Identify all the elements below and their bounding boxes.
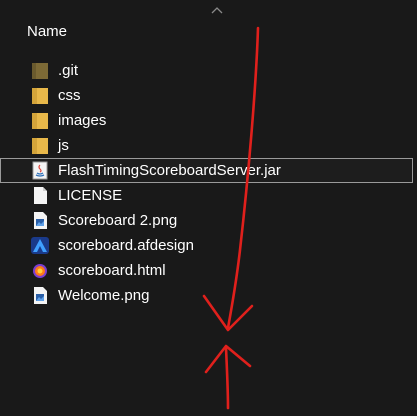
list-item[interactable]: css bbox=[0, 83, 413, 108]
file-name: .git bbox=[58, 62, 79, 79]
firefox-html-icon bbox=[33, 264, 47, 278]
file-name: scoreboard.afdesign bbox=[58, 237, 194, 254]
java-jar-icon bbox=[32, 161, 48, 180]
list-item[interactable]: Welcome.png bbox=[0, 283, 413, 308]
image-file-icon bbox=[34, 287, 47, 304]
folder-icon bbox=[32, 138, 48, 154]
column-header: Name bbox=[0, 0, 417, 52]
file-name: images bbox=[58, 112, 107, 129]
affinity-designer-icon bbox=[31, 237, 49, 254]
file-name: scoreboard.html bbox=[58, 262, 166, 279]
sort-ascending-icon[interactable] bbox=[211, 6, 223, 14]
list-item[interactable]: scoreboard.html bbox=[0, 258, 413, 283]
list-item[interactable]: images bbox=[0, 108, 413, 133]
list-item-selected[interactable]: FlashTimingScoreboardServer.jar bbox=[0, 158, 413, 183]
blank-file-icon bbox=[34, 187, 47, 204]
folder-dark-icon bbox=[32, 63, 48, 79]
file-list: .git css images js FlashTimingScoreboard… bbox=[0, 58, 417, 308]
list-item[interactable]: Scoreboard 2.png bbox=[0, 208, 413, 233]
list-item[interactable]: .git bbox=[0, 58, 413, 83]
file-name: js bbox=[58, 137, 69, 154]
file-name: css bbox=[58, 87, 81, 104]
name-column-header[interactable]: Name bbox=[27, 23, 67, 40]
folder-icon bbox=[32, 113, 48, 129]
list-item[interactable]: scoreboard.afdesign bbox=[0, 233, 413, 258]
folder-icon bbox=[32, 88, 48, 104]
list-item[interactable]: js bbox=[0, 133, 413, 158]
file-name: LICENSE bbox=[58, 187, 123, 204]
file-name: Welcome.png bbox=[58, 287, 150, 304]
file-name: Scoreboard 2.png bbox=[58, 212, 178, 229]
file-name: FlashTimingScoreboardServer.jar bbox=[58, 162, 281, 179]
list-item[interactable]: LICENSE bbox=[0, 183, 413, 208]
image-file-icon bbox=[34, 212, 47, 229]
